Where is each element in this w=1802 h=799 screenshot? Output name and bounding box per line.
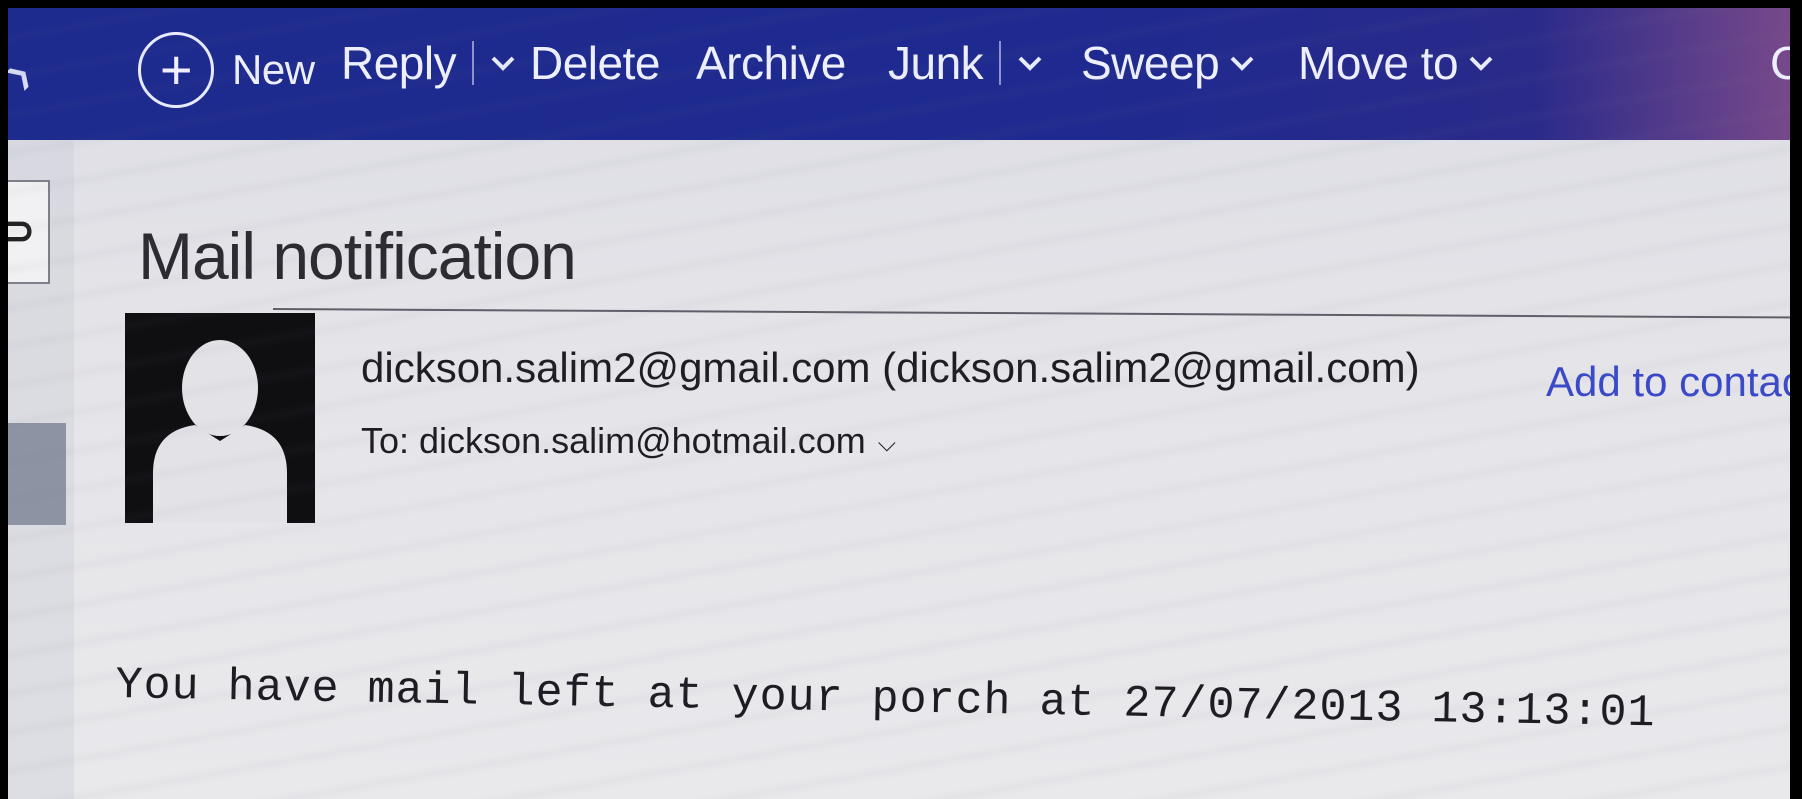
avatar (125, 313, 315, 523)
sweep-label: Sweep (1081, 37, 1220, 89)
chevron-down-icon (1468, 54, 1494, 72)
collapse-chevron-icon[interactable]: ❯ (8, 57, 38, 94)
chevron-down-icon[interactable] (490, 54, 516, 72)
divider (472, 41, 475, 85)
move-to-button[interactable]: Move to (1298, 36, 1494, 90)
reply-button[interactable]: Reply (341, 36, 516, 90)
screen-bezel (1790, 0, 1802, 799)
person-silhouette-icon (125, 313, 315, 523)
message-body: You have mail left at your porch at 27/0… (115, 660, 1656, 740)
message-subject: Mail notification (138, 219, 577, 294)
delete-label: Delete (530, 37, 660, 89)
recipient-line: To: dickson.salim@hotmail.com ⌵ (361, 420, 896, 462)
add-to-contacts-link[interactable]: Add to contac (1546, 358, 1802, 406)
archive-label: Archive (696, 37, 846, 89)
new-button[interactable]: + New (138, 32, 315, 108)
mail-window: ❯ + New Reply Delete Archive Junk Sweep … (8, 8, 1802, 799)
pane-icon: ⊃ (8, 209, 36, 253)
selected-folder[interactable] (8, 423, 66, 525)
chevron-down-icon[interactable] (1017, 54, 1043, 72)
new-label: New (232, 46, 315, 93)
chevron-down-icon (1229, 54, 1255, 72)
delete-button[interactable]: Delete (530, 36, 660, 90)
divider (999, 41, 1002, 85)
move-to-label: Move to (1298, 37, 1459, 89)
reply-label: Reply (341, 37, 457, 89)
junk-button[interactable]: Junk (888, 36, 1043, 90)
plus-circle-icon: + (138, 32, 214, 108)
command-toolbar: ❯ + New Reply Delete Archive Junk Sweep … (8, 8, 1802, 140)
archive-button[interactable]: Archive (696, 36, 846, 90)
junk-label: Junk (888, 37, 984, 89)
expand-recipients-icon[interactable]: ⌵ (878, 430, 896, 458)
recipient-address: To: dickson.salim@hotmail.com (361, 420, 866, 461)
folder-pane-toggle[interactable]: ⊃ (8, 180, 50, 284)
sweep-button[interactable]: Sweep (1081, 36, 1255, 90)
sender-address: dickson.salim2@gmail.com (dickson.salim2… (361, 344, 1420, 391)
header-divider (272, 308, 1802, 319)
